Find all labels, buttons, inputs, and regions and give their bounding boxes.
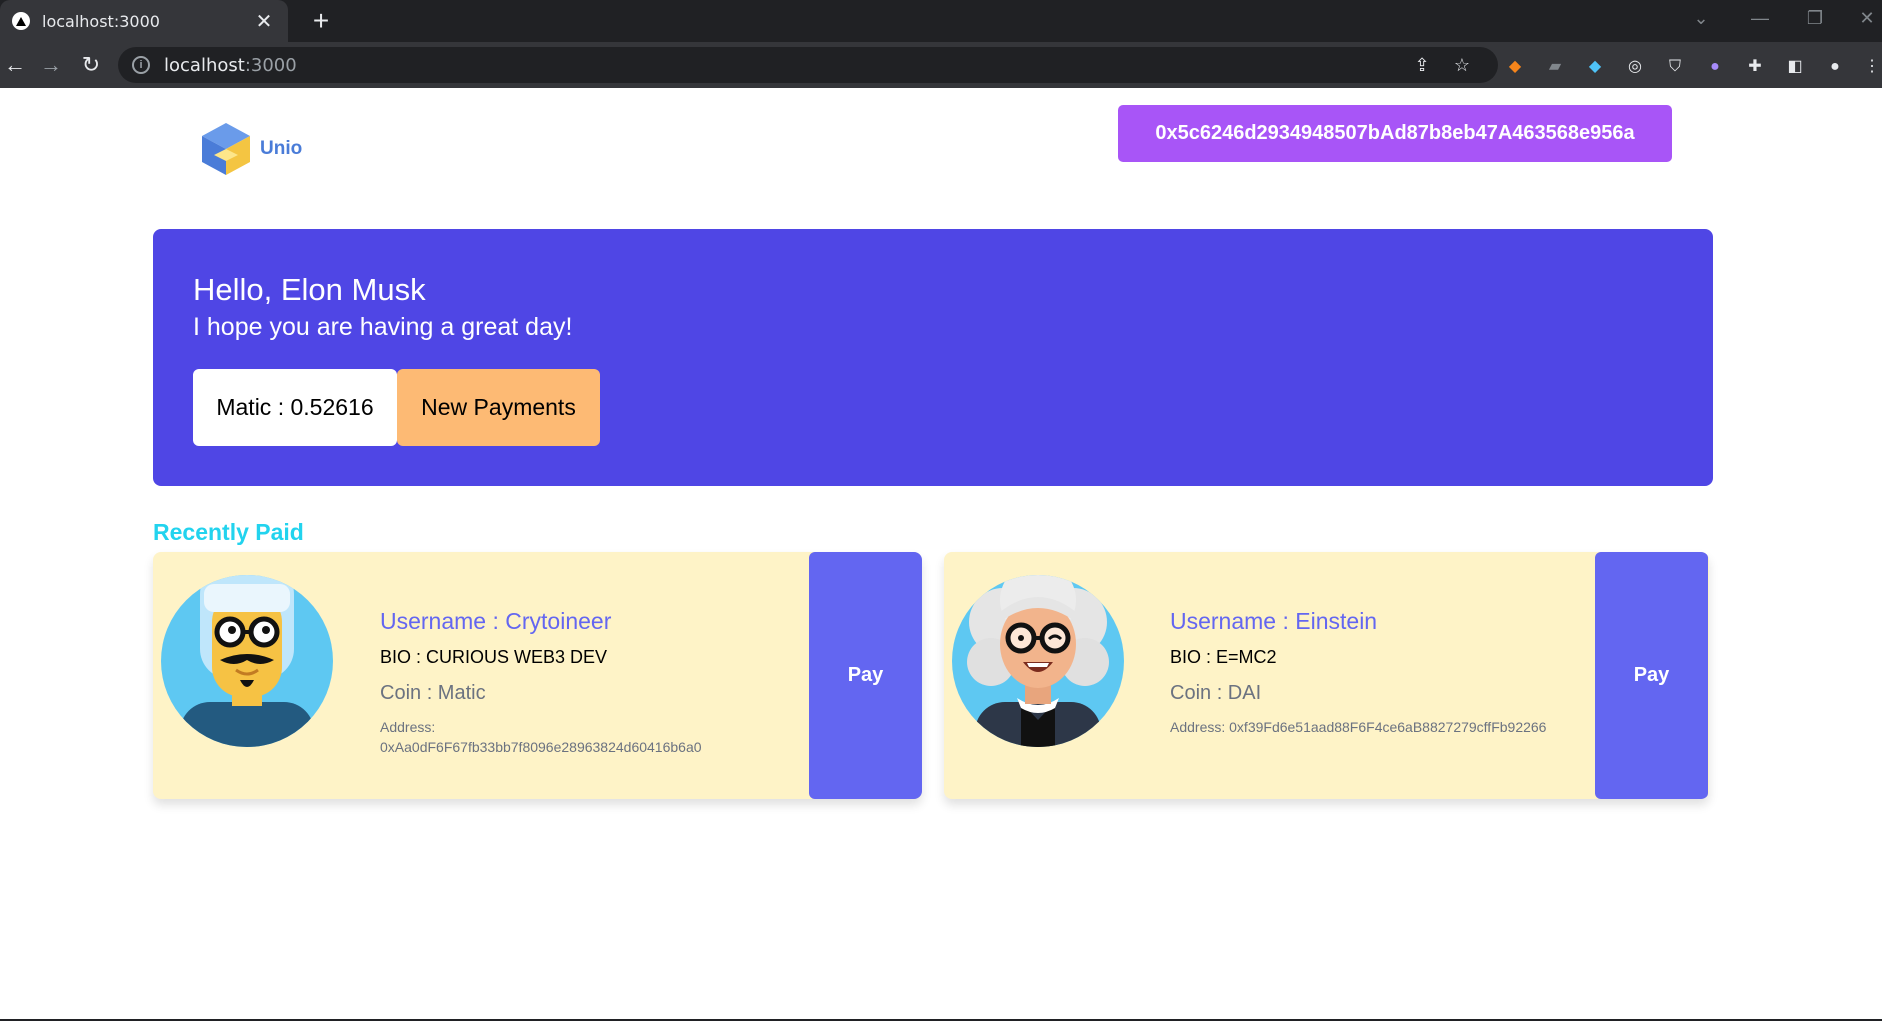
logo-text: Unio (260, 138, 303, 159)
metamask-extension-icon[interactable]: ◆ (1505, 57, 1525, 77)
payee-address: Address: 0xAa0dF6F67fb33bb7f8096e2896382… (380, 717, 702, 757)
pay-button[interactable]: Pay (809, 552, 922, 799)
tab-search-icon[interactable]: ⌄ (1686, 8, 1716, 29)
url-host: localhost (164, 54, 245, 76)
gem-extension-icon[interactable]: ◆ (1585, 57, 1605, 77)
payee-coin: Coin : Matic (380, 682, 486, 704)
wallet-address-button[interactable]: 0x5c6246d2934948507bAd87b8eb47A463568e95… (1118, 105, 1672, 162)
new-payments-button[interactable]: New Payments (397, 369, 600, 446)
kebab-menu-icon[interactable]: ⋮ (1862, 57, 1882, 77)
url-port: :3000 (244, 54, 297, 76)
recently-paid-heading: Recently Paid (153, 519, 304, 545)
restore-icon[interactable]: ❐ (1800, 8, 1830, 29)
payee-bio: BIO : CURIOUS WEB3 DEV (380, 647, 608, 667)
vercel-favicon-icon (12, 12, 30, 30)
browser-toolbar: ← → ↻ i localhost :3000 ⇪ ☆ ◆ ▰ ◆ ◎ ⛉ ● … (0, 42, 1882, 88)
site-info-icon[interactable]: i (132, 56, 150, 74)
back-icon[interactable]: ← (0, 50, 30, 80)
tab-title: localhost:3000 (42, 11, 160, 31)
balance-display: Matic : 0.52616 (193, 369, 397, 446)
tab-close-icon[interactable]: ✕ (252, 9, 276, 34)
side-panel-icon[interactable]: ◧ (1785, 57, 1805, 77)
payee-username: Username : Einstein (1170, 608, 1378, 634)
avatar (952, 575, 1124, 747)
avatar (161, 575, 333, 747)
cube-logo-icon (202, 123, 250, 175)
welcome-banner: Hello, Elon Musk I hope you are having a… (153, 229, 1713, 486)
bot-extension-icon[interactable]: ● (1705, 57, 1725, 77)
address-bar[interactable]: i localhost :3000 ⇪ ☆ (118, 47, 1498, 83)
minimize-icon[interactable]: — (1745, 8, 1775, 29)
greeting-subtitle: I hope you are having a great day! (193, 313, 573, 341)
browser-tab[interactable]: localhost:3000 ✕ (0, 0, 288, 42)
shield-extension-icon[interactable]: ⛉ (1665, 57, 1685, 77)
recent-payee-card: Username : Einstein BIO : E=MC2 Coin : D… (944, 552, 1709, 799)
profile-icon[interactable]: ● (1825, 57, 1845, 77)
payee-info: Username : Crytoineer BIO : CURIOUS WEB3… (380, 608, 702, 757)
browser-tab-bar: localhost:3000 ✕ + ⌄ — ❐ ✕ (0, 0, 1882, 42)
wallet-extension-icon[interactable]: ▰ (1545, 57, 1565, 77)
payee-address-label: Address: (380, 719, 436, 735)
close-window-icon[interactable]: ✕ (1852, 8, 1882, 29)
target-extension-icon[interactable]: ◎ (1625, 57, 1645, 77)
forward-icon[interactable]: → (36, 50, 66, 80)
payee-info: Username : Einstein BIO : E=MC2 Coin : D… (1170, 608, 1546, 737)
greeting: Hello, Elon Musk (193, 272, 426, 307)
new-tab-button[interactable]: + (306, 6, 336, 36)
payee-username: Username : Crytoineer (380, 608, 612, 634)
payee-address: Address: 0xf39Fd6e51aad88F6F4ce6aB882727… (1170, 719, 1547, 735)
payee-address-value: 0xAa0dF6F67fb33bb7f8096e28963824d60416b6… (380, 739, 702, 755)
app-page: Unio 0x5c6246d2934948507bAd87b8eb47A4635… (0, 88, 1882, 1021)
reload-icon[interactable]: ↻ (76, 50, 106, 80)
bookmark-star-icon[interactable]: ☆ (1450, 53, 1474, 77)
share-icon[interactable]: ⇪ (1410, 53, 1434, 77)
payee-coin: Coin : DAI (1170, 682, 1262, 704)
pay-button[interactable]: Pay (1595, 552, 1708, 799)
payee-bio: BIO : E=MC2 (1170, 647, 1277, 667)
recent-payee-card: Username : Crytoineer BIO : CURIOUS WEB3… (153, 552, 922, 799)
logo[interactable]: Unio (196, 118, 310, 180)
puzzle-extensions-icon[interactable]: ✚ (1745, 57, 1765, 77)
